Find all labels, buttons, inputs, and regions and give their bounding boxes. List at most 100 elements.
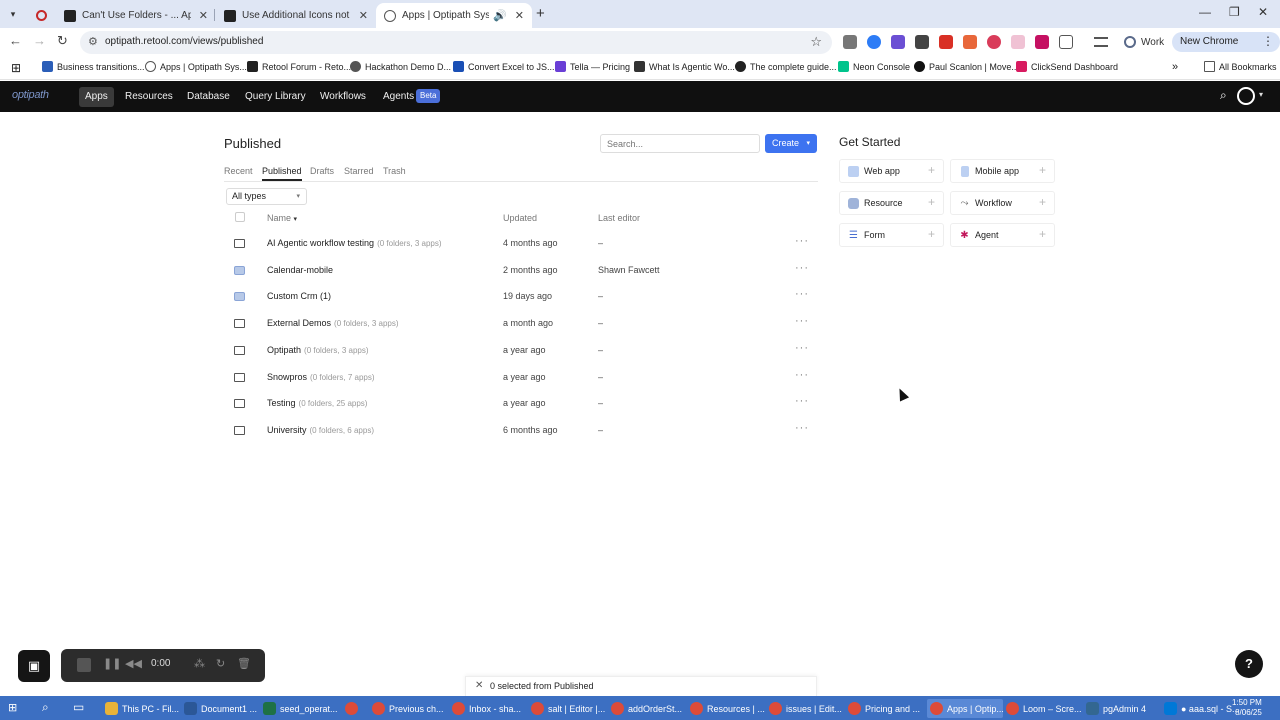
url-text[interactable]: optipath.retool.com/views/published [105, 36, 263, 47]
bookmark-item[interactable]: Hackathon Demo D... [350, 61, 451, 72]
help-button[interactable]: ? [1235, 650, 1263, 678]
extension-icon[interactable] [939, 35, 953, 49]
close-window-icon[interactable]: ✕ [1258, 5, 1268, 19]
more-options-icon[interactable]: ··· [795, 235, 809, 247]
taskbar-app[interactable]: seed_operat... [263, 699, 338, 718]
more-options-icon[interactable]: ··· [795, 342, 809, 354]
minimize-icon[interactable]: — [1199, 5, 1211, 19]
table-row[interactable]: Snowpros (0 folders, 7 apps) a year ago – ··… [224, 365, 818, 392]
table-row[interactable]: Custom Crm (1) 19 days ago – ··· [224, 284, 818, 311]
site-info-icon[interactable]: ⚙ [88, 35, 98, 48]
create-button[interactable]: Create ▾ [765, 134, 817, 153]
restart-icon[interactable]: ↻ [216, 657, 225, 670]
taskbar-app[interactable]: ● aaa.sql - S... [1164, 699, 1239, 718]
row-name[interactable]: Snowpros (0 folders, 7 apps) [267, 372, 375, 382]
bookmark-item[interactable]: What Is Agentic Wo... [634, 61, 735, 72]
speaker-icon[interactable]: 🔊 [493, 9, 507, 22]
mail-extension-icon[interactable] [843, 35, 857, 49]
windows-start-icon[interactable]: ⊞ [8, 701, 22, 715]
stop-icon[interactable] [77, 658, 91, 672]
delete-icon[interactable]: 🗑 [237, 657, 251, 670]
more-options-icon[interactable]: ··· [795, 422, 809, 434]
nav-query-library[interactable]: Query Library [239, 87, 312, 107]
taskbar-app[interactable]: Document1 ... [184, 699, 257, 718]
table-row[interactable]: AI Agentic workflow testing (0 folders, 3… [224, 231, 818, 258]
browser-tab-1[interactable]: Can't Use Folders - ... App Bu... ✕ [56, 3, 216, 28]
extension-icon[interactable] [1011, 35, 1025, 49]
more-options-icon[interactable]: ··· [795, 262, 809, 274]
get-started-form[interactable]: ☰ Form + [839, 223, 944, 247]
search-icon[interactable]: ⌕ [42, 700, 49, 715]
close-tab-icon[interactable]: ✕ [359, 9, 368, 22]
address-bar[interactable]: ⚙ optipath.retool.com/views/published ☆ [80, 31, 832, 54]
taskbar-chrome-icon[interactable] [345, 699, 362, 718]
bookmark-item[interactable]: Neon Console [838, 61, 910, 72]
tab-search-icon[interactable]: ▾ [4, 5, 22, 23]
tab-drafts[interactable]: Drafts [310, 166, 334, 176]
close-tab-icon[interactable]: ✕ [199, 9, 208, 22]
row-name[interactable]: Optipath (0 folders, 3 apps) [267, 345, 369, 355]
tab-starred[interactable]: Starred [344, 166, 374, 176]
nav-agents[interactable]: Agents [377, 87, 420, 107]
task-view-icon[interactable]: ▭ [73, 700, 84, 714]
reload-icon[interactable]: ↻ [57, 33, 68, 49]
row-name[interactable]: AI Agentic workflow testing (0 folders, 3… [267, 238, 442, 248]
restore-icon[interactable]: ❐ [1229, 5, 1240, 19]
get-started-agent[interactable]: ✱ Agent + [950, 223, 1055, 247]
bookmark-star-icon[interactable]: ☆ [810, 34, 822, 50]
bookmark-item[interactable]: ClickSend Dashboard [1016, 61, 1118, 72]
more-options-icon[interactable]: ··· [795, 315, 809, 327]
chevron-down-icon[interactable]: ▾ [1259, 90, 1263, 99]
tab-trash[interactable]: Trash [383, 166, 406, 176]
table-row[interactable]: Optipath (0 folders, 3 apps) a year ago – ··… [224, 338, 818, 365]
nav-database[interactable]: Database [181, 87, 236, 107]
nav-apps[interactable]: Apps [79, 87, 114, 107]
bookmark-item[interactable]: Convert Excel to JS... [453, 61, 555, 72]
clear-selection-icon[interactable]: ✕ [475, 680, 483, 691]
more-options-icon[interactable]: ··· [795, 369, 809, 381]
more-options-icon[interactable]: ··· [795, 288, 809, 300]
tab-recent[interactable]: Recent [224, 166, 253, 176]
search-box[interactable] [600, 134, 760, 153]
table-row[interactable]: Calendar-mobile 2 months ago Shawn Fawcett… [224, 258, 818, 285]
row-name[interactable]: University (0 folders, 6 apps) [267, 425, 374, 435]
optipath-logo[interactable]: optipath [12, 89, 49, 101]
get-started-web-app[interactable]: Web app + [839, 159, 944, 183]
extension-icon[interactable] [867, 35, 881, 49]
bookmark-item[interactable]: Tella — Pricing [555, 61, 630, 72]
chrome-menu-icon[interactable]: ⋮ [1262, 34, 1274, 48]
search-icon[interactable]: ⌕ [1220, 88, 1227, 103]
apps-grid-icon[interactable]: ⊞ [11, 61, 21, 75]
taskbar-app[interactable]: Loom – Scre... [1006, 699, 1082, 718]
table-row[interactable]: Testing (0 folders, 25 apps) a year ago – ··… [224, 391, 818, 418]
extension-icon[interactable] [987, 35, 1001, 49]
pause-icon[interactable]: ❚❚ [103, 657, 121, 670]
get-started-mobile-app[interactable]: Mobile app + [950, 159, 1055, 183]
profile-chip[interactable]: Work [1120, 33, 1170, 51]
close-tab-icon[interactable]: ✕ [515, 9, 524, 22]
new-tab-plus-icon[interactable]: + [536, 5, 545, 22]
more-bookmarks-icon[interactable]: » [1172, 61, 1178, 73]
loom-camera-button[interactable]: ▣ [18, 650, 50, 682]
system-clock[interactable]: 1:50 PM 8/06/25 [1232, 698, 1262, 718]
all-bookmarks[interactable]: All Bookmarks [1204, 61, 1277, 72]
column-header-updated[interactable]: Updated [503, 213, 537, 223]
table-row[interactable]: External Demos (0 folders, 3 apps) a month… [224, 311, 818, 338]
get-started-workflow[interactable]: ⤳ Workflow + [950, 191, 1055, 215]
table-row[interactable]: University (0 folders, 6 apps) 6 months ag… [224, 418, 818, 445]
bookmark-item[interactable]: The complete guide... [735, 61, 837, 72]
extension-icon[interactable] [1035, 35, 1049, 49]
taskbar-app[interactable]: addOrderSt... [611, 699, 682, 718]
taskbar-app[interactable]: salt | Editor |... [531, 699, 605, 718]
column-header-name[interactable]: Name ▾ [267, 213, 297, 223]
row-name[interactable]: Testing (0 folders, 25 apps) [267, 398, 367, 408]
nav-workflows[interactable]: Workflows [314, 87, 372, 107]
tab-published[interactable]: Published [262, 166, 302, 181]
bookmark-item[interactable]: Retool Forum - Reto... [247, 61, 351, 72]
taskbar-app[interactable]: Apps | Optip... [927, 699, 1003, 718]
taskbar-app[interactable]: Inbox - sha... [452, 699, 521, 718]
back-arrow-icon[interactable]: ← [9, 33, 22, 48]
bookmark-item[interactable]: Paul Scanlon | Move... [914, 61, 1019, 72]
taskbar-app[interactable]: Pricing and ... [848, 699, 920, 718]
get-started-resource[interactable]: Resource + [839, 191, 944, 215]
